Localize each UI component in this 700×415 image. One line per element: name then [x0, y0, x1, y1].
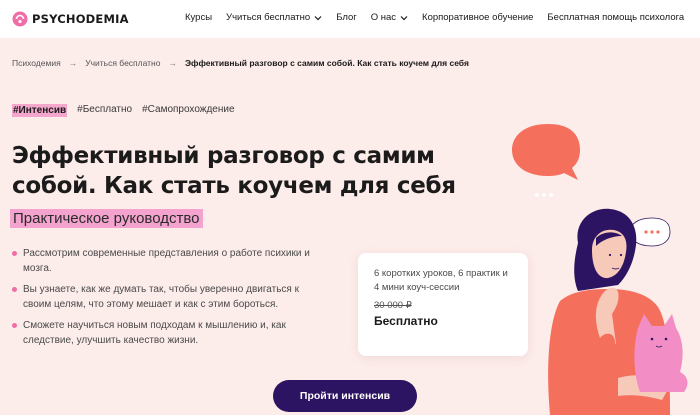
nav-label: Учиться бесплатно: [226, 12, 311, 23]
nav-item-about[interactable]: О нас: [371, 12, 408, 23]
old-price: 30 000 ₽: [374, 300, 412, 311]
speech-bubble-icon: [512, 124, 580, 197]
tag-free[interactable]: #Бесплатно: [77, 104, 132, 117]
bullet-text: Рассмотрим современные представления о р…: [23, 248, 310, 274]
bullet-dot: [12, 323, 17, 328]
course-info-card: 6 коротких уроков, 6 практик и 4 мини ко…: [358, 253, 528, 356]
nav-item-free-help[interactable]: Бесплатная помощь психолога: [547, 12, 684, 23]
breadcrumb-link-learn-free[interactable]: Учиться бесплатно: [85, 58, 160, 68]
speech-bubble-icon: [629, 217, 671, 247]
nav-label: Курсы: [185, 12, 213, 23]
nav-label: О нас: [370, 12, 397, 23]
list-item: Вы узнаете, как же думать так, чтобы уве…: [12, 282, 312, 312]
nav-label: Бесплатная помощь психолога: [547, 12, 685, 23]
tag-self-paced[interactable]: #Самопрохождение: [142, 104, 234, 117]
chevron-down-icon: [314, 15, 322, 20]
breadcrumb-separator: →: [68, 58, 78, 68]
cat-illustration: [634, 314, 688, 392]
nav-item-courses[interactable]: Курсы: [185, 12, 212, 23]
bullet-text: Сможете научиться новым подходам к мышле…: [23, 320, 286, 346]
bullet-dot: [12, 251, 17, 256]
tag-list: #Интенсив #Бесплатно #Самопрохождение: [12, 104, 235, 117]
bullet-dot: [12, 287, 17, 292]
breadcrumb-link-home[interactable]: Психодемия: [12, 58, 61, 68]
main-nav: Курсы Учиться бесплатно Блог О нас Корпо…: [185, 12, 684, 23]
breadcrumb-separator: →: [168, 58, 177, 68]
tag-intensive[interactable]: #Интенсив: [12, 104, 68, 117]
nav-item-corporate[interactable]: Корпоративное обучение: [422, 12, 533, 23]
logo-text: PSYCHODEMIA: [32, 12, 129, 26]
current-price: Бесплатно: [374, 314, 438, 328]
nav-label: Блог: [336, 12, 357, 23]
page-title: Эффективный разговор с самим собой. Как …: [12, 143, 456, 199]
list-item: Сможете научиться новым подходам к мышле…: [12, 318, 312, 348]
site-header: PSYCHODEMIA Курсы Учиться бесплатно Блог…: [0, 0, 700, 38]
logo[interactable]: PSYCHODEMIA: [12, 11, 129, 27]
list-item: Рассмотрим современные представления о р…: [12, 246, 312, 276]
nav-item-learn-free[interactable]: Учиться бесплатно: [226, 12, 322, 23]
psychodemia-logo-icon: [12, 11, 28, 27]
breadcrumb: Психодемия → Учиться бесплатно → Эффекти…: [12, 58, 469, 68]
breadcrumb-current: Эффективный разговор с самим собой. Как …: [184, 58, 469, 68]
start-intensive-button[interactable]: Пройти интенсив: [273, 380, 417, 412]
card-description: 6 коротких уроков, 6 практик и 4 мини ко…: [374, 268, 508, 293]
page-subtitle: Практическое руководство: [10, 209, 203, 228]
hero-section: Психодемия → Учиться бесплатно → Эффекти…: [0, 38, 700, 415]
nav-label: Корпоративное обучение: [422, 12, 534, 23]
benefits-list: Рассмотрим современные представления о р…: [12, 246, 312, 354]
chevron-down-icon: [400, 15, 408, 20]
nav-item-blog[interactable]: Блог: [336, 12, 357, 23]
bullet-text: Вы узнаете, как же думать так, чтобы уве…: [23, 284, 299, 310]
